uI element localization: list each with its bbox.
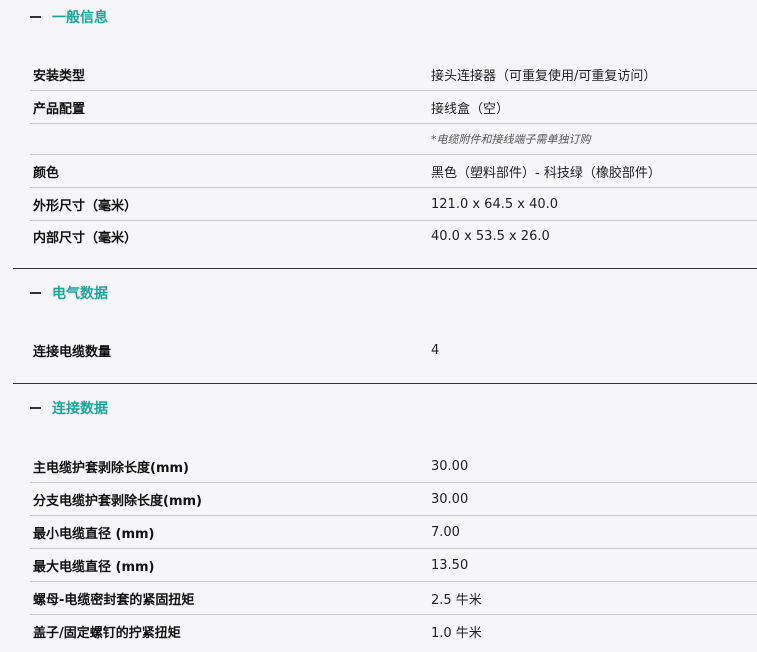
row-value: 7.00 bbox=[431, 524, 460, 540]
row-value: 30.00 bbox=[431, 491, 469, 507]
section-general-header[interactable]: 一般信息 bbox=[30, 7, 108, 27]
row-label: 连接电缆数量 bbox=[33, 345, 112, 360]
row-label: 最大电缆直径 (mm) bbox=[33, 559, 155, 575]
row-value: 黑色（塑料部件）- 科技绿（橡胶部件） bbox=[431, 165, 661, 181]
section-title: 一般信息 bbox=[52, 10, 108, 26]
row-value: 30.00 bbox=[431, 458, 469, 474]
table-row: 最小电缆直径 (mm) 7.00 bbox=[30, 516, 757, 549]
table-row: 连接电缆数量 4 bbox=[30, 334, 757, 367]
row-value: 接头连接器（可重复使用/可重复访问） bbox=[431, 68, 657, 84]
table-row-note: *电缆附件和接线端子需单独订购 bbox=[30, 124, 757, 155]
section-connection-header[interactable]: 连接数据 bbox=[30, 398, 108, 418]
row-label: 盖子/固定螺钉的拧紧扭矩 bbox=[33, 626, 181, 641]
table-row: 盖子/固定螺钉的拧紧扭矩 1.0 牛米 bbox=[30, 615, 757, 648]
collapse-minus-icon[interactable] bbox=[30, 292, 41, 294]
row-label: 分支电缆护套剥除长度(mm) bbox=[33, 493, 202, 509]
row-value: 40.0 x 53.5 x 26.0 bbox=[431, 229, 550, 244]
table-row: 最大电缆直径 (mm) 13.50 bbox=[30, 549, 757, 582]
section-electrical-header[interactable]: 电气数据 bbox=[30, 283, 108, 303]
row-label: 安装类型 bbox=[33, 68, 86, 84]
table-row: 螺母-电缆密封套的紧固扭矩 2.5 牛米 bbox=[30, 582, 757, 615]
collapse-minus-icon[interactable] bbox=[30, 16, 41, 18]
table-row: 颜色 黑色（塑料部件）- 科技绿（橡胶部件） bbox=[30, 155, 757, 188]
row-value: 121.0 x 64.5 x 40.0 bbox=[431, 196, 559, 212]
row-label: 最小电缆直径 (mm) bbox=[33, 526, 155, 542]
row-label: 产品配置 bbox=[33, 101, 86, 117]
section-title: 电气数据 bbox=[52, 286, 108, 302]
table-row: 内部尺寸（毫米） 40.0 x 53.5 x 26.0 bbox=[30, 221, 757, 252]
table-row: 产品配置 接线盒（空） bbox=[30, 91, 757, 124]
section-title: 连接数据 bbox=[52, 401, 108, 417]
row-label: 内部尺寸（毫米） bbox=[33, 231, 138, 246]
row-label: 主电缆护套剥除长度(mm) bbox=[33, 460, 189, 476]
table-row: 外形尺寸（毫米） 121.0 x 64.5 x 40.0 bbox=[30, 188, 757, 221]
row-value: 接线盒（空） bbox=[431, 101, 510, 117]
row-label: 外形尺寸（毫米） bbox=[33, 198, 138, 214]
row-value: 4 bbox=[431, 343, 440, 358]
row-value: 13.50 bbox=[431, 557, 469, 573]
row-label: 螺母-电缆密封套的紧固扭矩 bbox=[33, 592, 195, 608]
collapse-minus-icon[interactable] bbox=[30, 407, 41, 409]
section-divider bbox=[13, 268, 757, 269]
table-row: 安装类型 接头连接器（可重复使用/可重复访问） bbox=[30, 58, 757, 91]
table-row: 主电缆护套剥除长度(mm) 30.00 bbox=[30, 450, 757, 483]
row-note: *电缆附件和接线端子需单独订购 bbox=[431, 133, 591, 146]
section-divider bbox=[13, 383, 757, 384]
row-value: 1.0 牛米 bbox=[431, 626, 482, 641]
row-label: 颜色 bbox=[33, 165, 60, 181]
table-row: 分支电缆护套剥除长度(mm) 30.00 bbox=[30, 483, 757, 516]
row-value: 2.5 牛米 bbox=[431, 592, 482, 608]
